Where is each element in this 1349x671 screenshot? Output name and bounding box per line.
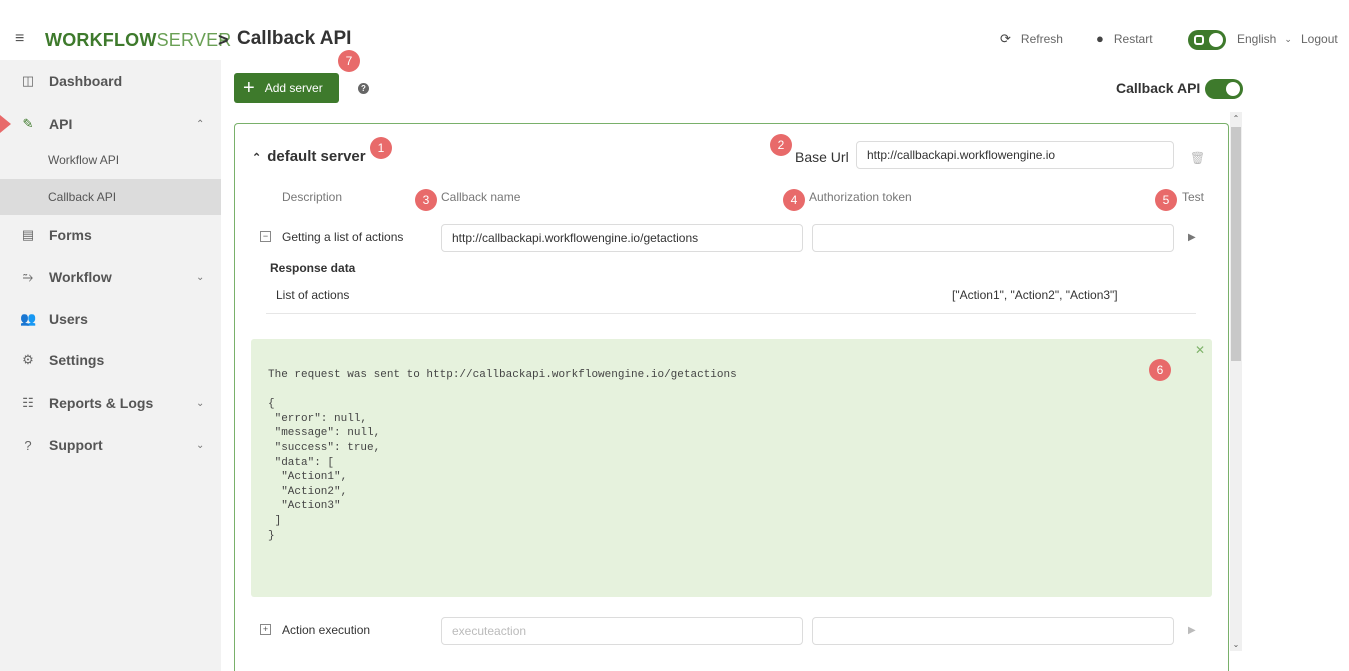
server-toggle[interactable]: ⌃ default server [252,148,366,165]
chevron-down-icon: ⌄ [196,439,205,451]
restart-label: Restart [1113,32,1153,46]
annotation-badge-7: 7 [338,50,360,72]
restart-button[interactable]: ● Restart [1096,31,1153,47]
response-data-value: ["Action1", "Action2", "Action3"] [952,288,1118,302]
plug-icon: ✎ [22,116,34,131]
settings-icon: ⚙ [22,352,34,367]
column-header-description: Description [282,190,343,204]
scrollbar[interactable]: ⌃ ⌄ [1230,112,1242,651]
logout-label: Logout [1301,32,1338,46]
plus-icon: + [243,77,255,99]
logo-part-1: WORKFLOW [45,30,157,50]
callback-name-placeholder: executeaction [452,624,527,638]
support-icon: ? [24,437,32,453]
top-bar: ≡ WORKFLOWSERVER > Callback API ⟳ Refres… [0,0,1349,60]
callback-name-input[interactable]: executeaction [441,617,803,645]
column-header-callback-name: Callback name [441,190,521,204]
auth-token-input[interactable] [812,224,1174,252]
sidebar-item-label: Settings [49,352,105,368]
sidebar-item-settings[interactable]: ⚙ Settings [0,341,221,379]
help-icon[interactable]: ? [358,83,369,94]
sidebar-item-label: Reports & Logs [49,395,154,411]
row-description: Getting a list of actions [282,230,404,244]
sidebar-item-support[interactable]: ? Support ⌄ [0,426,221,464]
workflow-icon: ⥲ [22,269,34,284]
sidebar-item-workflow[interactable]: ⥲ Workflow ⌄ [0,258,221,296]
toggle-icon [1194,35,1204,45]
app-logo[interactable]: WORKFLOWSERVER [45,30,231,50]
reports-icon: ☷ [22,395,34,410]
sidebar-item-api[interactable]: ✎ API ⌃ [0,105,221,143]
scrollbar-thumb[interactable] [1231,127,1241,361]
sidebar-item-users[interactable]: 👥 Users [0,300,221,338]
response-data-name: List of actions [276,288,350,302]
page-title: Callback API [237,28,352,49]
sidebar-item-label: Support [49,437,103,453]
request-console: The request was sent to http://callbacka… [251,339,1212,597]
annotation-badge-1: 1 [370,137,392,159]
annotation-badge-5: 5 [1155,189,1177,211]
refresh-label: Refresh [1020,32,1063,46]
trash-icon[interactable]: 🗑 [1190,151,1205,165]
sidebar-item-label: Forms [49,227,92,243]
sidebar-item-workflow-api[interactable]: Workflow API [0,142,221,178]
expand-row-icon[interactable]: + [260,624,271,635]
play-icon[interactable]: ▶ [1188,625,1196,636]
sidebar-item-label: Dashboard [49,73,123,89]
divider [266,313,1196,314]
close-icon[interactable]: ✕ [1195,343,1205,357]
chevron-down-icon: ⌄ [196,271,205,283]
logout-link[interactable]: Logout [1301,32,1338,46]
dashboard-icon: ◫ [21,73,35,88]
menu-icon[interactable]: ≡ [15,30,24,48]
base-url-input[interactable]: http://callbackapi.workflowengine.io [856,141,1174,169]
add-server-label: Add server [264,81,323,95]
callback-api-toggle-label: Callback API [1116,80,1201,96]
theme-toggle[interactable] [1188,30,1226,50]
server-title: default server [267,148,366,165]
column-header-auth-token: Authorization token [809,190,912,204]
annotation-badge-4: 4 [783,189,805,211]
refresh-button[interactable]: ⟳ Refresh [1000,31,1063,47]
refresh-icon: ⟳ [1000,31,1011,46]
callback-api-toggle[interactable] [1205,79,1243,99]
sidebar-item-forms[interactable]: ▤ Forms [0,216,221,254]
chevron-down-icon: ⌄ [196,397,205,409]
chevron-up-icon: ⌃ [196,118,205,130]
console-output: The request was sent to http://callbacka… [268,369,737,542]
breadcrumb-separator: > [218,30,229,50]
scroll-down-icon[interactable]: ⌄ [1230,640,1242,649]
sidebar: ◫ Dashboard ✎ API ⌃ Workflow API Callbac… [0,60,221,671]
sidebar-item-label: API [49,116,73,132]
response-data-title: Response data [270,261,356,275]
annotation-badge-6: 6 [1149,359,1171,381]
sidebar-item-reports-logs[interactable]: ☷ Reports & Logs ⌄ [0,384,221,422]
collapse-row-icon[interactable]: − [260,231,271,242]
play-icon[interactable]: ▶ [1188,232,1196,243]
column-header-test: Test [1182,190,1205,204]
sidebar-item-dashboard[interactable]: ◫ Dashboard [0,62,221,100]
language-select[interactable]: English ⌄ [1237,32,1292,46]
chevron-down-icon: ⌄ [1284,34,1292,44]
users-icon: 👥 [20,311,37,326]
base-url-label: Base Url [795,149,849,165]
sidebar-item-label: Users [49,311,88,327]
auth-token-input[interactable] [812,617,1174,645]
scroll-up-icon[interactable]: ⌃ [1230,114,1242,123]
callback-name-input[interactable]: http://callbackapi.workflowengine.io/get… [441,224,803,252]
chevron-up-icon: ⌃ [252,152,262,164]
annotation-badge-2: 2 [770,134,792,156]
sidebar-item-callback-api[interactable]: Callback API [0,179,221,215]
add-server-button[interactable]: + Add server [234,73,339,103]
language-label: English [1237,32,1277,46]
annotation-badge-3: 3 [415,189,437,211]
forms-icon: ▤ [21,227,35,242]
restart-icon: ● [1096,31,1104,46]
row-description: Action execution [282,623,371,637]
sidebar-item-label: Workflow [49,269,112,285]
active-section-marker [0,115,11,133]
